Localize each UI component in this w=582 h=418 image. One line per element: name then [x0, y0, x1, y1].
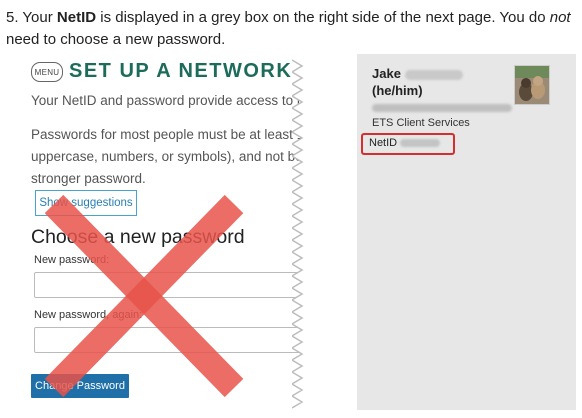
- network-id-title: SET UP A NETWORK ID F: [69, 60, 316, 82]
- password-rules-line-3: stronger password.: [31, 171, 146, 186]
- menu-button[interactable]: MENU: [31, 62, 63, 82]
- profile-pronouns: (he/him): [372, 83, 423, 98]
- intro-paragraph: Your NetID and password provide access t…: [31, 93, 316, 108]
- redacted-last-name: [404, 69, 463, 80]
- torn-edge: [292, 56, 318, 412]
- profile-netid: NetID: [369, 137, 441, 149]
- profile-first-name: Jake: [372, 66, 401, 81]
- step-netid-bold: NetID: [56, 9, 97, 26]
- red-x-mark: [44, 194, 244, 398]
- netid-label: NetID: [369, 137, 398, 149]
- step-not-italic: not: [549, 9, 571, 26]
- redacted-netid-value: [400, 139, 441, 148]
- cat-photo-icon: [515, 66, 549, 104]
- profile-department: ETS Client Services: [372, 117, 470, 129]
- step-number: 5.: [6, 9, 19, 26]
- password-rules-line-1: Passwords for most people must be at lea…: [31, 127, 316, 142]
- step-text-a: Your: [22, 9, 57, 26]
- avatar: [514, 65, 550, 105]
- password-rules-paragraph: Passwords for most people must be at lea…: [31, 124, 316, 190]
- step-text-b: is displayed in a grey box on the right …: [96, 9, 550, 26]
- profile-panel: Jake (he/him) ETS Client Services NetID: [357, 54, 576, 410]
- instruction-step: 5. Your NetID is displayed in a grey box…: [6, 7, 576, 51]
- step-text-c: need to choose a new password.: [6, 31, 226, 48]
- password-rules-line-2: uppercase, numbers, or symbols), and not…: [31, 149, 316, 164]
- redacted-job-title: [372, 104, 512, 112]
- profile-name: Jake: [372, 66, 463, 81]
